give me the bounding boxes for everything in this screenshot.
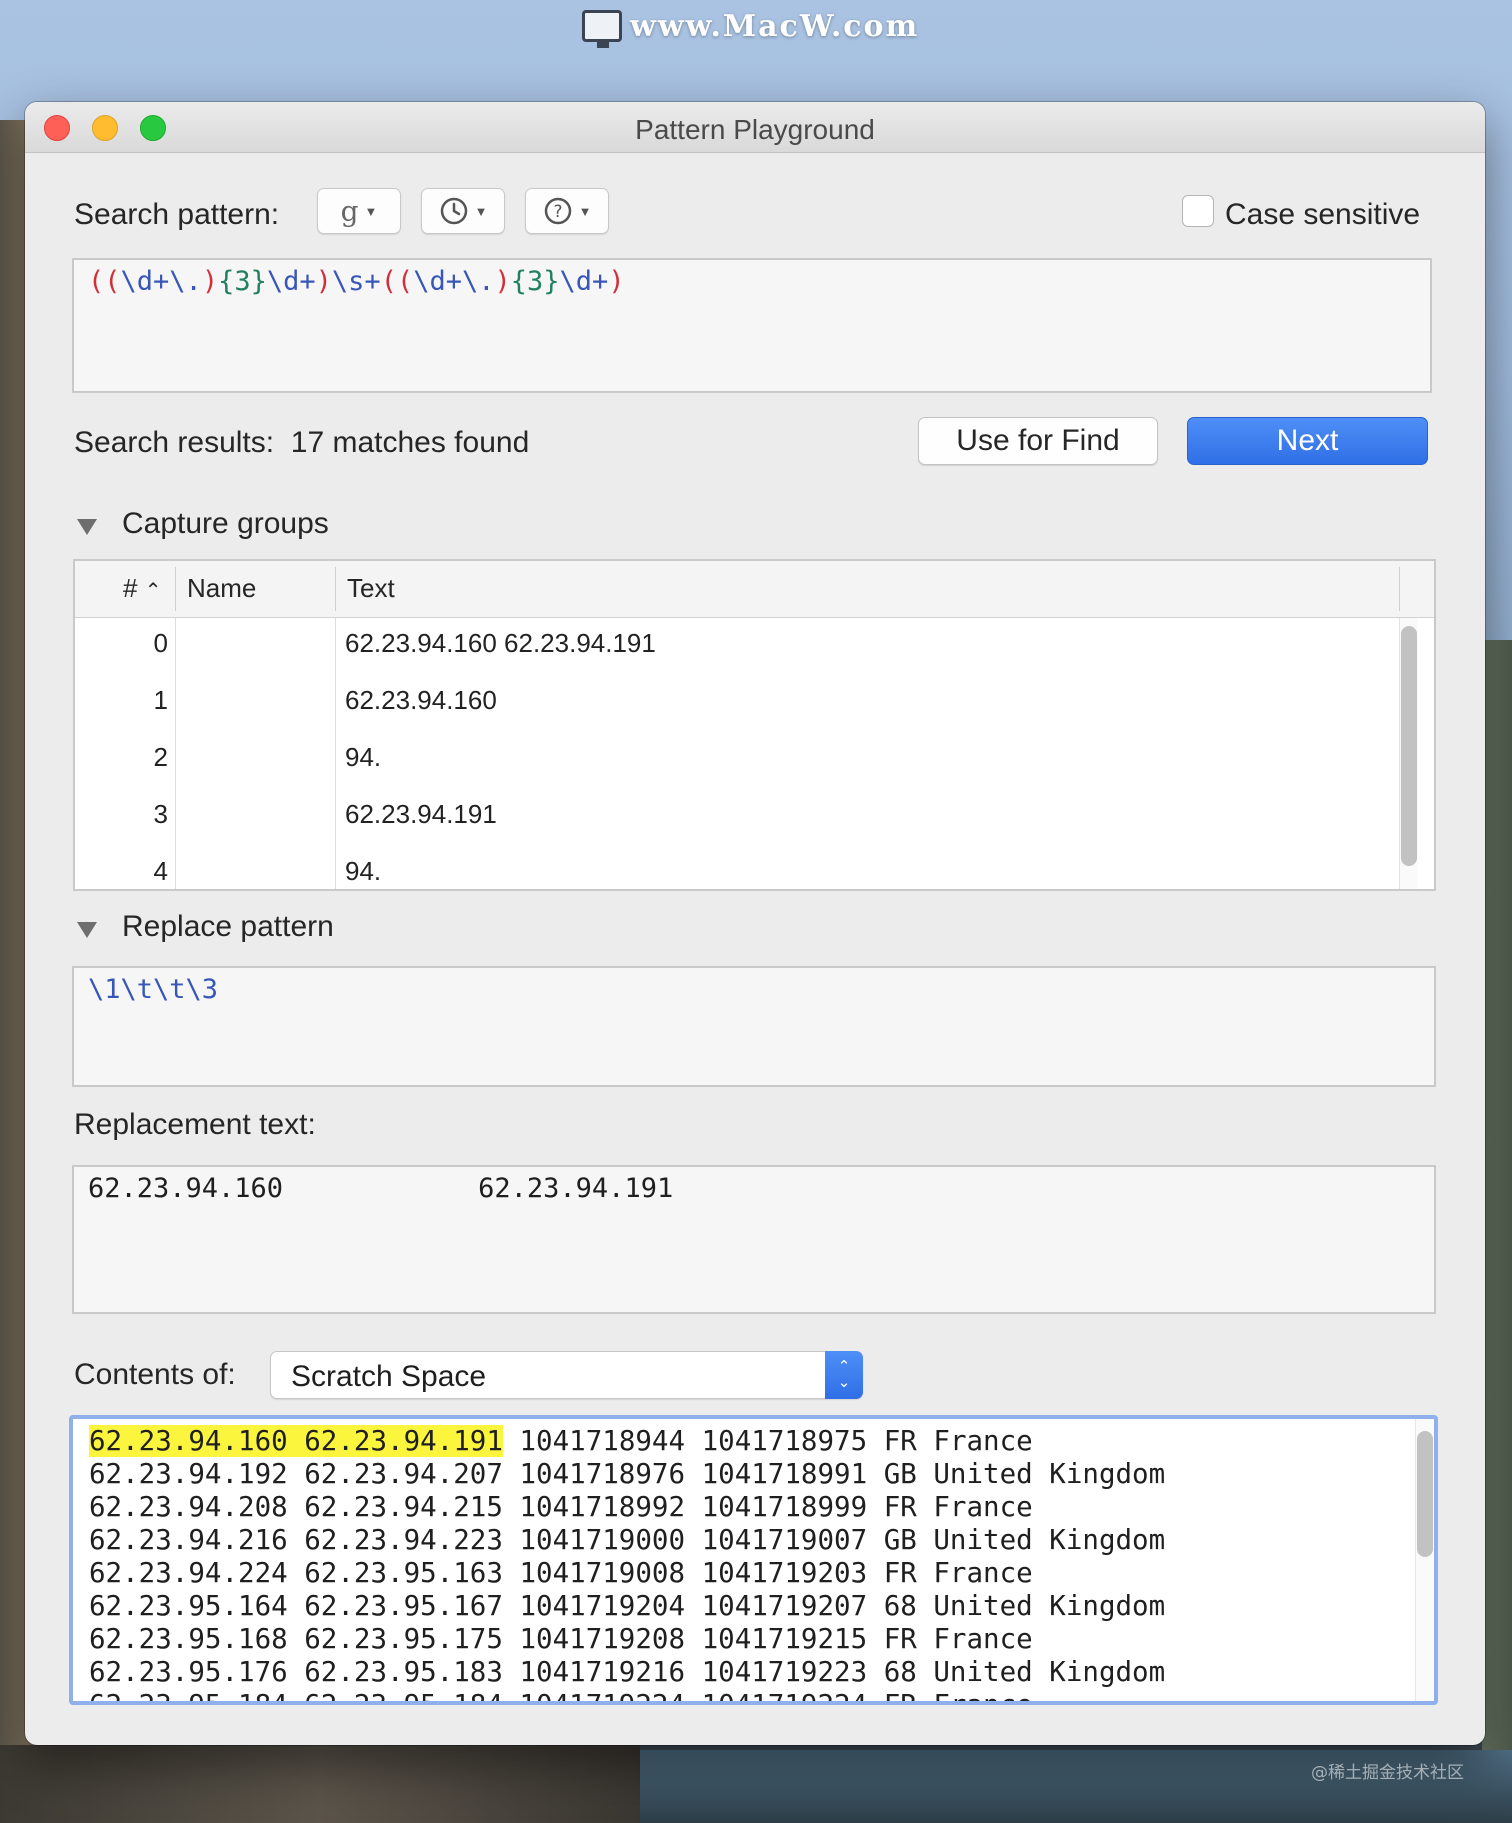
row-number: 1 xyxy=(153,685,168,715)
column-header-text[interactable]: Text xyxy=(347,573,395,604)
corner-watermark: @稀土掘金技术社区 xyxy=(1311,1763,1464,1783)
watermark: www.MacW.com xyxy=(582,6,920,48)
capture-groups-table: # ⌃ Name Text 0 62.23.94.160 62.23.94.19… xyxy=(73,559,1436,891)
scratch-line: 62.23.94.224 62.23.95.163 1041719008 104… xyxy=(89,1557,1033,1589)
scratch-line: 62.23.95.168 62.23.95.175 1041719208 104… xyxy=(89,1623,1033,1655)
scratch-line: 62.23.94.216 62.23.94.223 1041719000 104… xyxy=(89,1524,1166,1556)
number-header-label: # xyxy=(123,573,138,603)
scratch-line: 62.23.94.208 62.23.94.215 1041718992 104… xyxy=(89,1491,1033,1523)
pattern-token: {3} xyxy=(510,266,560,297)
chevron-down-icon: ▼ xyxy=(364,203,378,219)
row-text: 62.23.94.160 xyxy=(345,685,497,715)
replace-pattern-title: Replace pattern xyxy=(122,910,334,943)
window-title: Pattern Playground xyxy=(635,114,875,145)
watermark-text: www.MacW.com xyxy=(630,8,920,44)
pattern-token: \d+\. xyxy=(413,266,495,297)
grep-label: g xyxy=(340,194,359,228)
pattern-token: ( xyxy=(88,266,105,297)
scratch-line: 62.23.95.176 62.23.95.183 1041719216 104… xyxy=(89,1656,1166,1688)
search-pattern-label: Search pattern: xyxy=(74,198,280,231)
question-circle-icon: ? xyxy=(544,197,571,225)
table-header: # ⌃ Name Text xyxy=(75,561,1434,618)
row-number: 0 xyxy=(153,628,168,658)
row-text: 62.23.94.191 xyxy=(345,799,497,829)
pattern-token: ) xyxy=(315,266,332,297)
pattern-token: ) xyxy=(608,266,625,297)
column-line xyxy=(175,617,176,889)
up-down-chevron-icon: ⌃ ⌄ xyxy=(825,1351,863,1399)
row-number: 3 xyxy=(153,799,168,829)
column-divider xyxy=(335,567,336,611)
pattern-token: ) xyxy=(201,266,219,297)
search-pattern-field[interactable]: ((\d+\.){3}\d+)\s+((\d+\.){3}\d+) xyxy=(72,258,1432,393)
scratch-scrollbar[interactable] xyxy=(1415,1419,1434,1701)
column-divider xyxy=(175,567,176,611)
svg-text:?: ? xyxy=(553,202,562,222)
replace-pattern-text: \1\t\t\3 xyxy=(88,974,219,1005)
grep-flavor-menu-button[interactable]: g ▼ xyxy=(317,188,401,234)
pattern-token: ) xyxy=(494,266,511,297)
scratch-line: 62.23.95.164 62.23.95.167 1041719204 104… xyxy=(89,1590,1166,1622)
column-divider xyxy=(1399,567,1400,611)
help-menu-button[interactable]: ? ▼ xyxy=(525,188,609,234)
title-bar[interactable]: Pattern Playground xyxy=(25,102,1485,153)
case-sensitive-label[interactable]: Case sensitive xyxy=(1225,198,1420,232)
capture-groups-title: Capture groups xyxy=(122,507,329,540)
scratch-space-text-area[interactable]: 62.23.94.160 62.23.94.191 1041718944 104… xyxy=(69,1415,1438,1705)
disclosure-triangle-icon[interactable] xyxy=(77,922,97,938)
column-header-name[interactable]: Name xyxy=(187,573,256,604)
contents-source-value: Scratch Space xyxy=(291,1360,487,1393)
clock-icon xyxy=(440,197,467,225)
scrollbar-thumb[interactable] xyxy=(1417,1431,1433,1557)
next-button[interactable]: Next xyxy=(1187,417,1428,465)
contents-of-label: Contents of: xyxy=(74,1358,236,1391)
pattern-playground-window: Pattern Playground Search pattern: g ▼ ▼… xyxy=(25,102,1485,1745)
background-rocks xyxy=(0,1745,640,1823)
results-summary: 17 matches found xyxy=(290,426,530,459)
results-label-text: Search results: xyxy=(74,426,275,459)
row-text: 62.23.94.160 62.23.94.191 xyxy=(345,628,656,658)
search-pattern-text: ((\d+\.){3}\d+)\s+((\d+\.){3}\d+) xyxy=(88,266,625,297)
table-scrollbar[interactable] xyxy=(1399,618,1418,889)
column-header-number[interactable]: # ⌃ xyxy=(123,573,161,604)
contents-source-select[interactable]: Scratch Space ⌃ ⌄ xyxy=(270,1351,863,1399)
replacement-text-value: 62.23.94.160 62.23.94.191 xyxy=(88,1173,674,1204)
pattern-token: \d+ xyxy=(266,266,316,297)
chevron-down-icon: ▼ xyxy=(474,203,488,219)
sort-ascending-icon: ⌃ xyxy=(144,580,162,602)
replace-pattern-field[interactable]: \1\t\t\3 xyxy=(72,966,1436,1087)
pattern-token: \s+ xyxy=(331,266,381,297)
pattern-token: \d+\. xyxy=(120,266,202,297)
use-for-find-button[interactable]: Use for Find xyxy=(918,417,1158,465)
pattern-token: {3} xyxy=(218,266,267,297)
case-sensitive-checkbox[interactable] xyxy=(1182,195,1214,227)
scratch-line: 62.23.95.184 62.23.95.184 1041719224 104… xyxy=(89,1689,1033,1705)
scratch-line: 62.23.94.192 62.23.94.207 1041718976 104… xyxy=(89,1458,1166,1490)
row-number: 2 xyxy=(153,742,168,772)
monitor-icon xyxy=(582,10,622,48)
column-line xyxy=(335,617,336,889)
row-number: 4 xyxy=(153,856,168,886)
chevron-down-icon: ▼ xyxy=(578,203,592,219)
scrollbar-thumb[interactable] xyxy=(1401,626,1417,866)
search-results-label: Search results: 17 matches found xyxy=(74,426,529,460)
background-cliff-right xyxy=(1482,640,1512,1823)
pattern-token: ( xyxy=(396,266,414,297)
replacement-text-label: Replacement text: xyxy=(74,1108,316,1141)
history-menu-button[interactable]: ▼ xyxy=(421,188,505,234)
pattern-token: ( xyxy=(104,266,121,297)
row-text: 94. xyxy=(345,856,382,886)
pattern-token: \d+ xyxy=(559,266,609,297)
row-text: 94. xyxy=(345,742,382,772)
scratch-line: 62.23.94.160 62.23.94.191 1041718944 104… xyxy=(89,1425,1033,1457)
replacement-text-field: 62.23.94.160 62.23.94.191 xyxy=(72,1165,1436,1314)
match-highlight: 62.23.94.160 62.23.94.191 xyxy=(89,1425,503,1457)
pattern-token: ( xyxy=(380,266,397,297)
disclosure-triangle-icon[interactable] xyxy=(77,519,97,535)
